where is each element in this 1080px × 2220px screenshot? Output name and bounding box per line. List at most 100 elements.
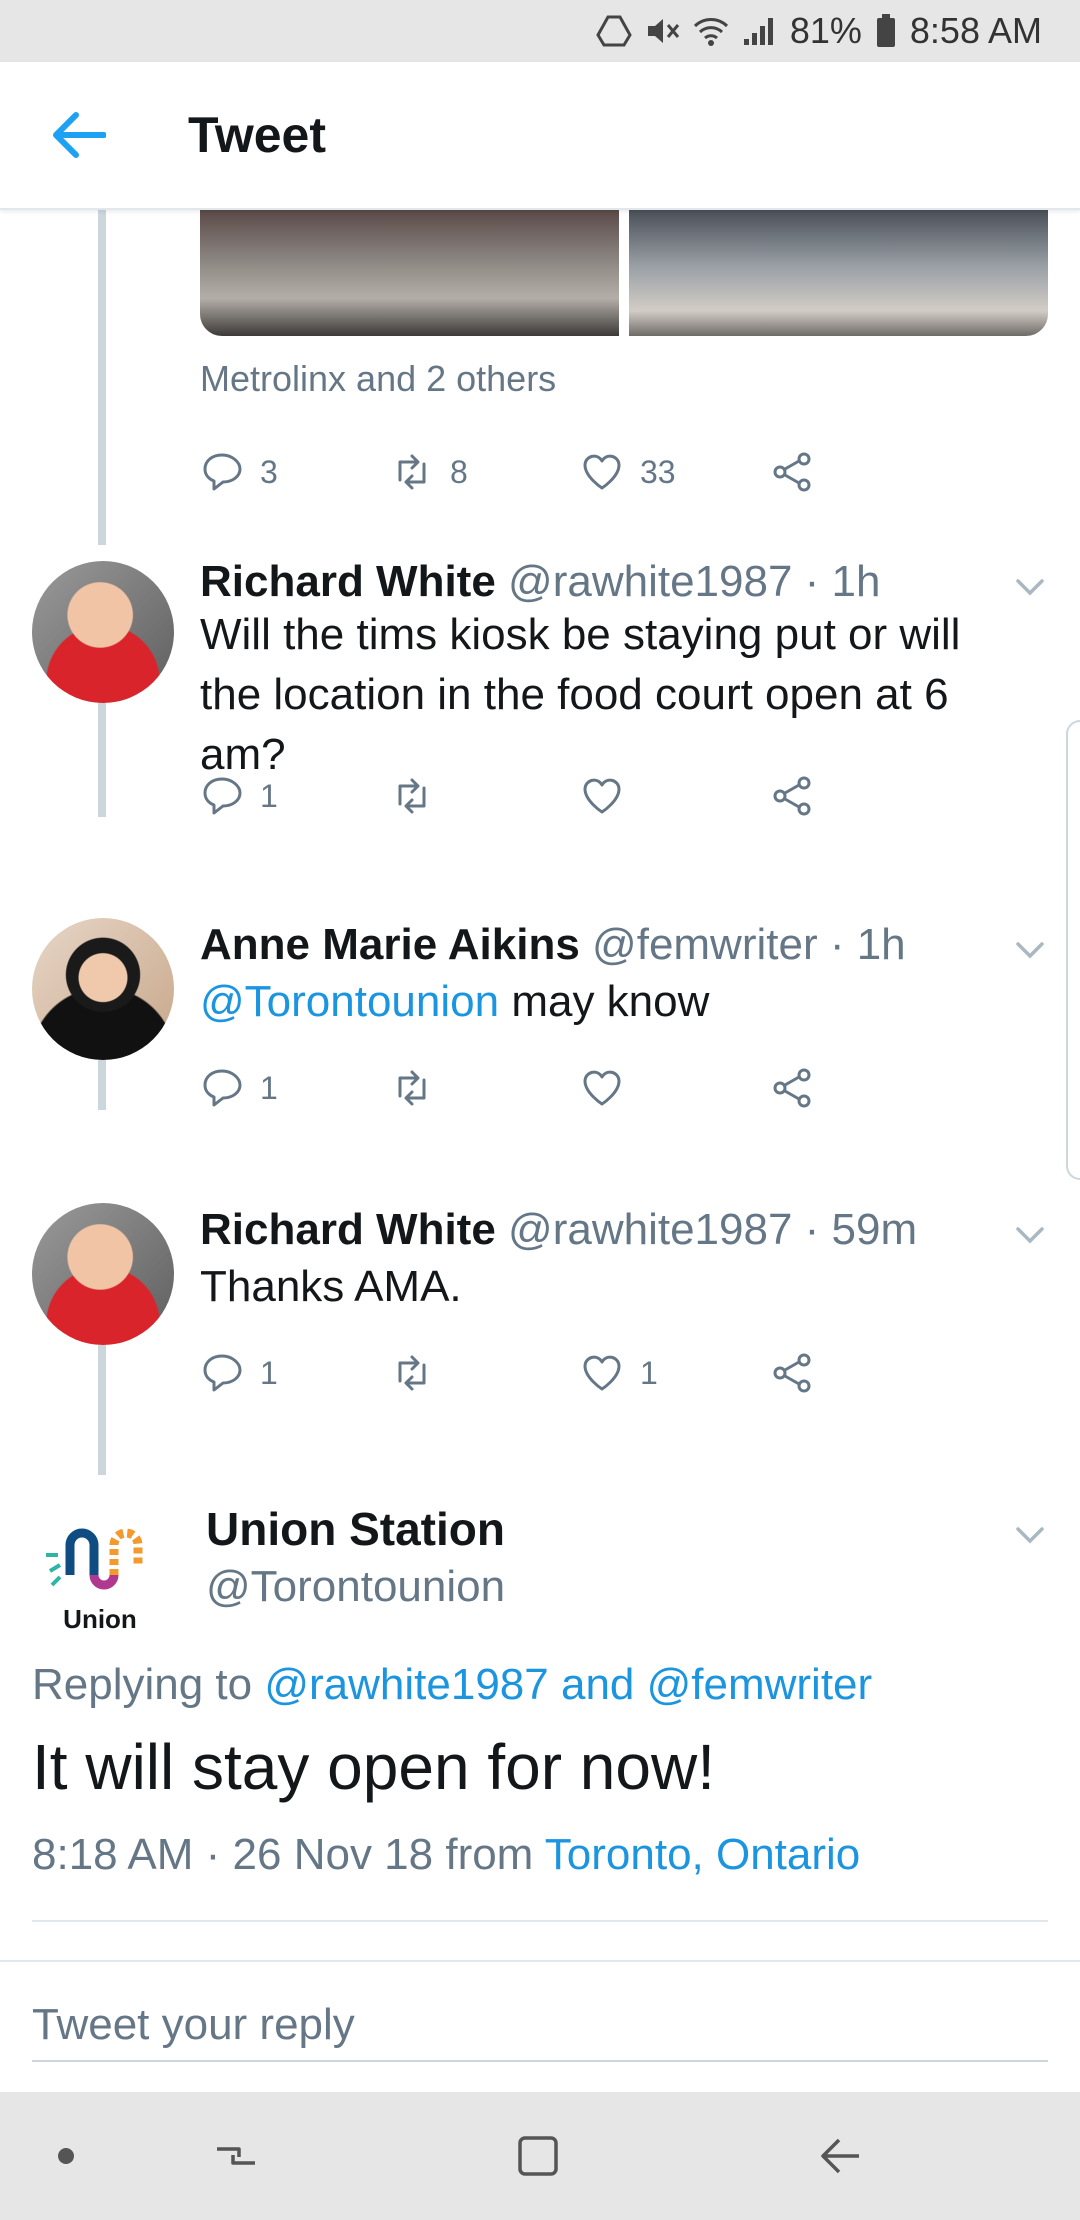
- reply-icon: [203, 777, 242, 815]
- conversation-thread[interactable]: Metrolinx and 2 others 3 8 33 Richard Wh…: [0, 210, 1080, 1960]
- reply-bar: [0, 1960, 1080, 2092]
- author-handle: @femwriter · 1h: [592, 920, 906, 969]
- share-button[interactable]: [770, 774, 960, 818]
- status-time: 8:58 AM: [909, 10, 1042, 51]
- retweet-button[interactable]: [390, 774, 580, 818]
- share-button[interactable]: [770, 1351, 960, 1395]
- system-nav-bar: [0, 2092, 1080, 2220]
- retweet-button[interactable]: [390, 1066, 580, 1110]
- tweet-actions: 1 1: [200, 1345, 960, 1401]
- status-icons: [596, 15, 776, 47]
- retweet-icon: [398, 1070, 426, 1106]
- retweet-button[interactable]: 8: [390, 450, 580, 494]
- media-photo[interactable]: [200, 210, 619, 336]
- timestamp-text: 8:18 AM · 26 Nov 18 from: [32, 1830, 545, 1879]
- share-button[interactable]: [770, 450, 960, 494]
- replying-to: Replying to @rawhite1987 and @femwriter: [32, 1660, 872, 1710]
- reply-count: 3: [260, 453, 278, 490]
- recents-button[interactable]: [196, 2116, 276, 2196]
- reply-button[interactable]: 1: [200, 1351, 390, 1395]
- share-icon: [773, 1068, 811, 1108]
- tweet-media[interactable]: [200, 210, 1048, 336]
- location-link[interactable]: Toronto, Ontario: [545, 1830, 861, 1879]
- battery-icon: [876, 14, 895, 47]
- chevron-down-icon[interactable]: [1010, 930, 1050, 970]
- mute-icon: [647, 19, 679, 43]
- wifi-icon: [693, 18, 728, 46]
- liked-by-summary[interactable]: Metrolinx and 2 others: [200, 358, 556, 400]
- like-button[interactable]: 33: [580, 450, 770, 494]
- like-button[interactable]: [580, 1066, 770, 1110]
- tweet-text: @Torontounion may know: [200, 972, 1020, 1032]
- reply-icon: [203, 1354, 242, 1392]
- heart-icon: [583, 778, 621, 814]
- share-icon: [773, 452, 811, 492]
- thread-line: [98, 210, 106, 545]
- media-photo[interactable]: [629, 210, 1048, 336]
- system-back-button[interactable]: [800, 2116, 880, 2196]
- nav-dot-button[interactable]: [26, 2116, 106, 2196]
- tweet-actions: 3 8 33: [200, 444, 960, 500]
- author-name[interactable]: Richard White: [200, 1205, 496, 1254]
- share-icon: [773, 1353, 811, 1393]
- reply-count: 1: [260, 1069, 278, 1106]
- tweet-text-rest: may know: [499, 977, 710, 1026]
- avatar[interactable]: [32, 1203, 174, 1345]
- back-icon: [821, 2138, 859, 2174]
- retweet-button[interactable]: [390, 1351, 580, 1395]
- home-square-icon: [518, 2136, 558, 2176]
- union-station-logo[interactable]: Union: [30, 1505, 170, 1635]
- reply-count: 1: [260, 1354, 278, 1391]
- heart-icon: [583, 1355, 621, 1391]
- replying-prefix: Replying to: [32, 1660, 265, 1709]
- logo-text: Union: [63, 1604, 137, 1634]
- back-button[interactable]: [38, 95, 118, 175]
- scroll-indicator[interactable]: [1066, 720, 1080, 1180]
- heart-icon: [583, 1070, 621, 1106]
- reply-icon: [203, 453, 242, 491]
- tweet-text: Will the tims kiosk be staying put or wi…: [200, 610, 961, 779]
- author-name[interactable]: Union Station: [206, 1502, 505, 1556]
- author-name[interactable]: Anne Marie Aikins: [200, 920, 580, 969]
- like-button[interactable]: 1: [580, 1351, 770, 1395]
- union-logo-icon: [46, 1528, 143, 1590]
- thread-line: [98, 702, 106, 817]
- recents-icon: [217, 2147, 255, 2165]
- author-handle: @rawhite1987 · 1h: [508, 557, 881, 606]
- like-count: 33: [640, 453, 676, 490]
- like-button[interactable]: [580, 774, 770, 818]
- tweet-actions: 1: [200, 768, 960, 824]
- reply-button[interactable]: 1: [200, 1066, 390, 1110]
- avatar[interactable]: [32, 561, 174, 703]
- reply-icon: [203, 1069, 242, 1107]
- reply-button[interactable]: 3: [200, 450, 390, 494]
- tweet-header: Anne Marie Aikins @femwriter · 1h: [200, 920, 906, 970]
- page-title: Tweet: [188, 107, 326, 163]
- author-name[interactable]: Richard White: [200, 557, 496, 606]
- divider: [32, 1920, 1048, 1922]
- replying-to-link[interactable]: @rawhite1987 and @femwriter: [264, 1660, 872, 1709]
- status-bar: 81% 8:58 AM: [0, 0, 1080, 62]
- battery-percent: 81%: [789, 10, 862, 51]
- main-tweet-text: It will stay open for now!: [32, 1731, 715, 1803]
- share-icon: [773, 776, 811, 816]
- avatar[interactable]: [32, 918, 174, 1060]
- home-button[interactable]: [498, 2116, 578, 2196]
- tweet-header: Richard White @rawhite1987 · 59m: [200, 1205, 917, 1255]
- mention-link[interactable]: @Torontounion: [200, 977, 499, 1026]
- chevron-down-icon[interactable]: [1010, 1215, 1050, 1255]
- chevron-down-icon[interactable]: [1010, 1515, 1050, 1555]
- retweet-icon: [398, 1355, 426, 1391]
- author-handle[interactable]: @Torontounion: [206, 1562, 505, 1612]
- reply-button[interactable]: 1: [200, 774, 390, 818]
- reply-input[interactable]: [32, 1990, 1048, 2062]
- tweet-actions: 1: [200, 1060, 960, 1116]
- app-bar: Tweet: [0, 62, 1080, 210]
- tweet-text: Thanks AMA.: [200, 1262, 462, 1311]
- chevron-down-icon[interactable]: [1010, 567, 1050, 607]
- author-handle: @rawhite1987 · 59m: [508, 1205, 918, 1254]
- tweet-header: Richard White @rawhite1987 · 1h: [200, 557, 880, 607]
- back-arrow-icon: [53, 112, 106, 158]
- share-button[interactable]: [770, 1066, 960, 1110]
- thread-line: [98, 1345, 106, 1475]
